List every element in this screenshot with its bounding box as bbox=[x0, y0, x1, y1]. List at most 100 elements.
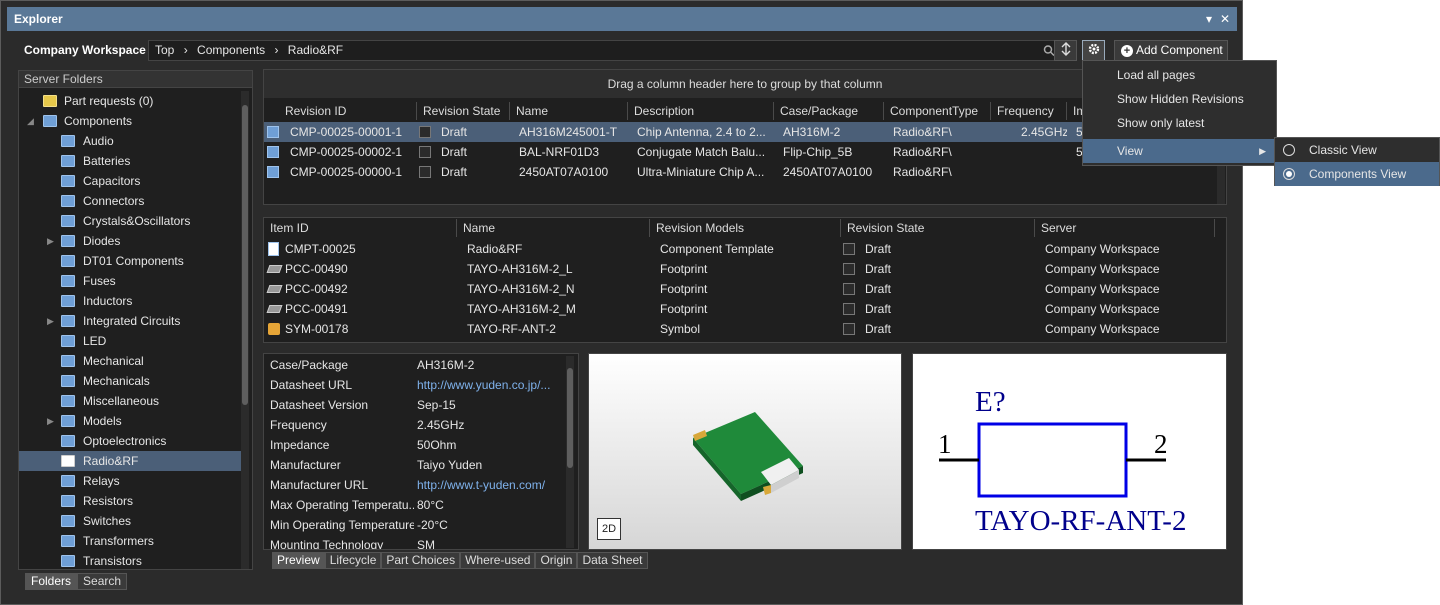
property-row: Max Operating Temperatu... 80°C bbox=[264, 495, 564, 515]
folder-item[interactable]: ▶ Diodes bbox=[19, 231, 241, 251]
column-header[interactable]: Frequency bbox=[991, 102, 1067, 120]
folder-item[interactable]: Capacitors bbox=[19, 171, 241, 191]
folder-item[interactable]: Inductors bbox=[19, 291, 241, 311]
expand-toggle-icon[interactable]: ▶ bbox=[47, 311, 54, 331]
folder-item-label: Radio&RF bbox=[83, 454, 139, 468]
column-header[interactable]: Case/Package bbox=[774, 102, 884, 120]
folder-item-label: Crystals&Oscillators bbox=[83, 214, 191, 228]
menu-view[interactable]: View ▶ bbox=[1083, 139, 1276, 163]
breadcrumb[interactable]: Top › Components › Radio&RF bbox=[148, 40, 1068, 61]
table-cell: Company Workspace bbox=[1045, 282, 1160, 296]
folder-item-label: Diodes bbox=[83, 234, 121, 248]
tab-data-sheet[interactable]: Data Sheet bbox=[577, 552, 648, 569]
column-header[interactable]: Revision State bbox=[841, 219, 1035, 237]
folder-icon bbox=[61, 415, 75, 427]
property-link[interactable]: http://www.yuden.co.jp/... bbox=[417, 375, 557, 395]
folder-item[interactable]: Mechanical bbox=[19, 351, 241, 371]
close-icon[interactable]: ✕ bbox=[1217, 7, 1233, 31]
scrollbar-thumb[interactable] bbox=[567, 368, 573, 468]
tab-where-used[interactable]: Where-used bbox=[460, 552, 536, 569]
table-cell: TAYO-AH316M-2_N bbox=[467, 282, 575, 296]
folder-item[interactable]: Connectors bbox=[19, 191, 241, 211]
settings-menu: Load all pages Show Hidden Revisions Sho… bbox=[1082, 60, 1277, 166]
folder-item[interactable]: Mechanicals bbox=[19, 371, 241, 391]
folder-item[interactable]: Miscellaneous bbox=[19, 391, 241, 411]
scrollbar-thumb[interactable] bbox=[242, 105, 248, 405]
expand-toggle-icon[interactable]: ▶ bbox=[47, 411, 54, 431]
folder-icon bbox=[61, 255, 75, 267]
table-cell: SYM-00178 bbox=[285, 322, 349, 336]
add-component-label: Add Component bbox=[1136, 43, 1223, 57]
symbol-preview[interactable]: E? 1 2 TAYO-RF-ANT-2 bbox=[912, 353, 1227, 550]
menu-load-all-pages[interactable]: Load all pages bbox=[1083, 63, 1276, 87]
breadcrumb-radio-rf[interactable]: Radio&RF bbox=[288, 43, 343, 57]
menu-show-only-latest[interactable]: Show only latest bbox=[1083, 111, 1276, 135]
folder-item[interactable]: Audio bbox=[19, 131, 241, 151]
folder-item[interactable]: Part requests (0) bbox=[19, 91, 241, 111]
table-row[interactable]: SYM-00178 TAYO-RF-ANT-2 Symbol Draft Company… bbox=[264, 319, 1226, 339]
folder-item[interactable]: DT01 Components bbox=[19, 251, 241, 271]
column-header[interactable]: Revision State bbox=[417, 102, 510, 120]
column-header[interactable]: Revision ID bbox=[279, 102, 417, 120]
table-row[interactable]: CMPT-00025 Radio&RF Component Template Draf… bbox=[264, 239, 1226, 259]
property-link[interactable]: http://www.t-yuden.com/ bbox=[417, 475, 557, 495]
folder-item[interactable]: Switches bbox=[19, 511, 241, 531]
table-cell: AH316M-2 bbox=[783, 125, 841, 139]
tab-search[interactable]: Search bbox=[77, 573, 128, 590]
expand-toggle-icon[interactable]: ◢ bbox=[27, 111, 34, 131]
table-cell: Company Workspace bbox=[1045, 302, 1160, 316]
folder-item[interactable]: ▶ Models bbox=[19, 411, 241, 431]
table-cell bbox=[1021, 142, 1067, 162]
tab-folders[interactable]: Folders bbox=[25, 573, 78, 590]
add-component-button[interactable]: + Add Component bbox=[1114, 40, 1228, 61]
table-cell: CMP-00025-00000-1 bbox=[290, 165, 403, 179]
folder-item[interactable]: Transistors bbox=[19, 551, 241, 571]
tab-part-choices[interactable]: Part Choices bbox=[381, 552, 461, 569]
pin-menu-icon[interactable]: ▾ bbox=[1201, 7, 1217, 31]
expand-toggle-icon[interactable]: ▶ bbox=[47, 231, 54, 251]
tab-lifecycle[interactable]: Lifecycle bbox=[324, 552, 382, 569]
folder-item[interactable]: Radio&RF bbox=[19, 451, 241, 471]
folder-item[interactable]: ◢ Components bbox=[19, 111, 241, 131]
folder-item[interactable]: LED bbox=[19, 331, 241, 351]
tab-preview[interactable]: Preview bbox=[272, 552, 325, 569]
tab-origin[interactable]: Origin bbox=[535, 552, 578, 569]
breadcrumb-top[interactable]: Top bbox=[155, 43, 174, 57]
column-header[interactable]: Description bbox=[628, 102, 774, 120]
folder-item[interactable]: Crystals&Oscillators bbox=[19, 211, 241, 231]
gear-icon[interactable] bbox=[1082, 40, 1105, 61]
table-row[interactable]: PCC-00490 TAYO-AH316M-2_L Footprint Draft Co… bbox=[264, 259, 1226, 279]
table-cell: Component Template bbox=[660, 242, 774, 256]
table-row[interactable]: PCC-00492 TAYO-AH316M-2_N Footprint Draft Co… bbox=[264, 279, 1226, 299]
folder-item[interactable]: Transformers bbox=[19, 531, 241, 551]
folder-item[interactable]: Optoelectronics bbox=[19, 431, 241, 451]
folder-scrollbar[interactable] bbox=[241, 91, 249, 569]
menu-classic-view[interactable]: Classic View bbox=[1275, 138, 1439, 162]
column-header[interactable]: Item ID bbox=[264, 219, 457, 237]
folder-item[interactable]: Batteries bbox=[19, 151, 241, 171]
folder-item[interactable]: Fuses bbox=[19, 271, 241, 291]
workspace-dropdown[interactable]: Company Workspace ▾ bbox=[18, 40, 162, 61]
folder-item[interactable]: ▶ Integrated Circuits bbox=[19, 311, 241, 331]
menu-show-hidden-revisions[interactable]: Show Hidden Revisions bbox=[1083, 87, 1276, 111]
column-header[interactable]: ComponentType bbox=[884, 102, 991, 120]
folder-item[interactable]: Resistors bbox=[19, 491, 241, 511]
column-header[interactable]: Revision Models bbox=[650, 219, 841, 237]
3d-preview[interactable]: 2D bbox=[588, 353, 902, 550]
column-header[interactable]: Server bbox=[1035, 219, 1215, 237]
folder-icon bbox=[61, 295, 75, 307]
table-row[interactable]: PCC-00491 TAYO-AH316M-2_M Footprint Draft Co… bbox=[264, 299, 1226, 319]
column-header[interactable]: Name bbox=[457, 219, 650, 237]
symbol-pin-2: 2 bbox=[1154, 429, 1168, 459]
refresh-icon[interactable] bbox=[1054, 40, 1077, 61]
folder-item[interactable]: Relays bbox=[19, 471, 241, 491]
breadcrumb-components[interactable]: Components bbox=[197, 43, 265, 57]
folder-item-label: Mechanicals bbox=[83, 374, 150, 388]
view-2d-button[interactable]: 2D bbox=[597, 518, 621, 540]
state-checkbox bbox=[843, 283, 855, 295]
column-header[interactable]: Name bbox=[510, 102, 628, 120]
toolbar: Company Workspace ▾ Top › Components › R… bbox=[18, 40, 1228, 61]
table-cell: CMP-00025-00002-1 bbox=[290, 145, 403, 159]
menu-components-view[interactable]: Components View bbox=[1275, 162, 1439, 186]
properties-scrollbar[interactable] bbox=[566, 356, 574, 548]
